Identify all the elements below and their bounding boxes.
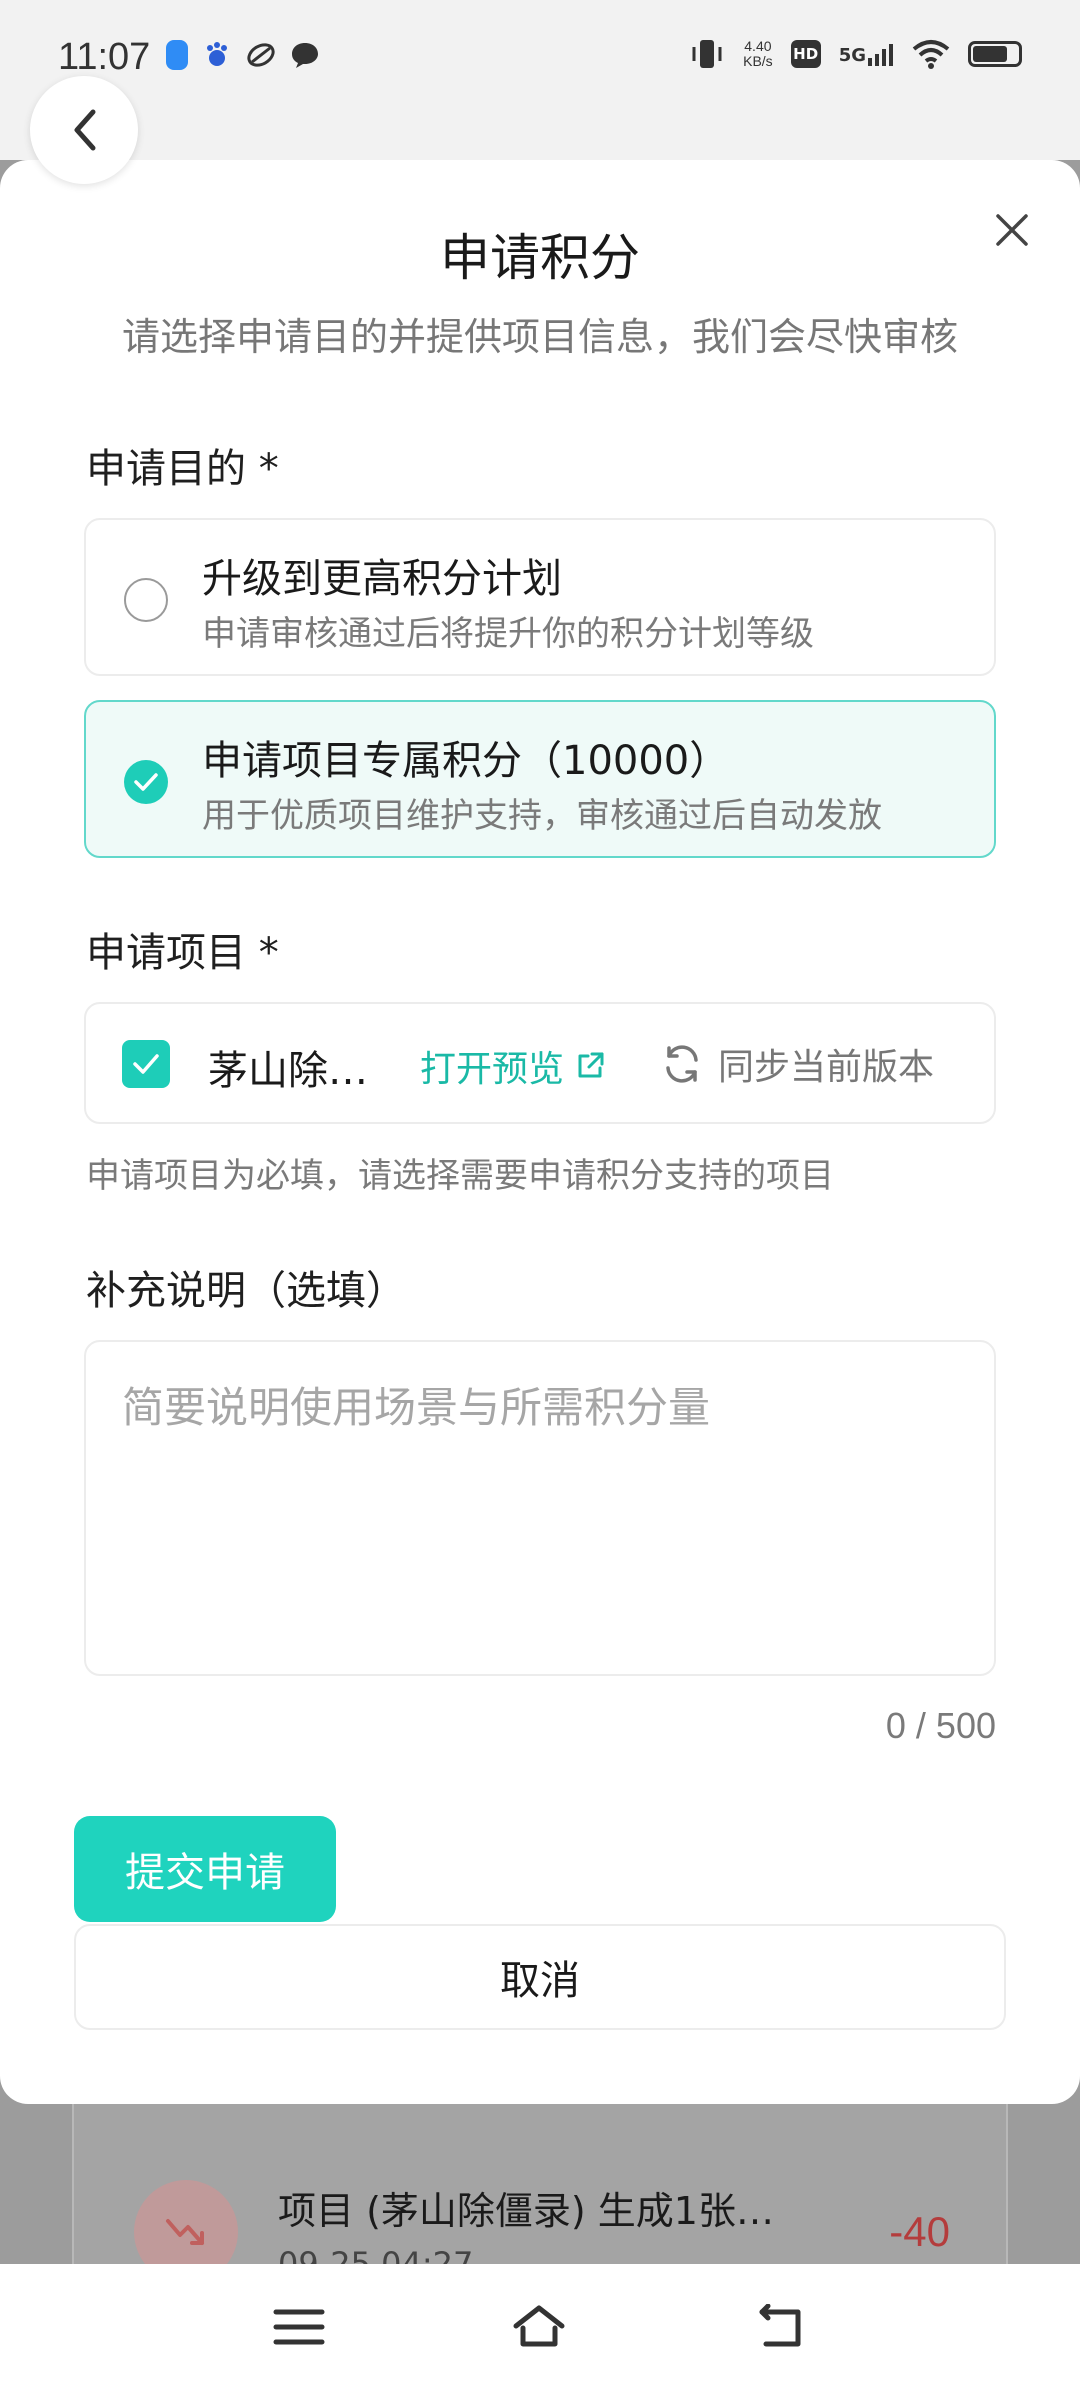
back-button[interactable] bbox=[30, 76, 138, 184]
purpose-label: 申请目的 * bbox=[86, 446, 279, 492]
home-icon[interactable] bbox=[512, 2304, 566, 2350]
external-link-icon bbox=[578, 1052, 604, 1078]
link-icon bbox=[246, 40, 276, 70]
check-icon bbox=[134, 773, 158, 791]
back-nav-icon[interactable] bbox=[752, 2304, 806, 2350]
battery-icon bbox=[968, 41, 1022, 67]
app-notification-icon bbox=[166, 40, 188, 70]
project-selector: 茅山除… 打开预览 同步当前版本 bbox=[84, 1002, 996, 1124]
option-upgrade-plan[interactable]: 升级到更高积分计划 申请审核通过后将提升你的积分计划等级 bbox=[84, 518, 996, 676]
notes-label: 补充说明（选填） bbox=[86, 1268, 406, 1314]
project-name: 茅山除… bbox=[208, 1048, 368, 1094]
menu-icon[interactable] bbox=[272, 2304, 326, 2350]
notes-counter: 0 / 500 bbox=[885, 1705, 996, 1746]
chevron-left-icon bbox=[74, 109, 96, 151]
option-title: 申请项目专属积分（10000） bbox=[202, 738, 730, 784]
message-icon bbox=[290, 40, 320, 70]
signal-icon: 5G bbox=[839, 42, 894, 66]
sync-version-button[interactable]: 同步当前版本 bbox=[660, 1038, 934, 1090]
modal-title: 申请积分 bbox=[440, 229, 640, 287]
hd-icon: HD bbox=[790, 40, 821, 68]
background-item-amount: -40 bbox=[889, 2208, 950, 2255]
option-desc: 申请审核通过后将提升你的积分计划等级 bbox=[202, 614, 814, 654]
network-speed: 4.40 KB/s bbox=[743, 38, 773, 69]
option-project-points[interactable]: 申请项目专属积分（10000） 用于优质项目维护支持，审核通过后自动发放 bbox=[84, 700, 996, 858]
wifi-icon bbox=[912, 40, 950, 69]
option-desc: 用于优质项目维护支持，审核通过后自动发放 bbox=[202, 796, 882, 836]
apply-points-modal: 申请积分 请选择申请目的并提供项目信息，我们会尽快审核 申请目的 * 升级到更高… bbox=[0, 160, 1080, 2104]
radio-button[interactable] bbox=[124, 578, 168, 622]
cancel-button[interactable]: 取消 bbox=[74, 1924, 1006, 2030]
baidu-icon bbox=[202, 40, 232, 70]
system-icons: 4.40 KB/s HD 5G bbox=[689, 38, 1022, 70]
system-nav-bar bbox=[0, 2264, 1080, 2388]
check-icon bbox=[133, 1054, 159, 1074]
status-time: 11:07 bbox=[58, 36, 151, 78]
project-checkbox[interactable] bbox=[122, 1040, 170, 1088]
submit-button[interactable]: 提交申请 bbox=[74, 1816, 336, 1922]
project-hint: 申请项目为必填，请选择需要申请积分支持的项目 bbox=[86, 1156, 834, 1196]
status-bar: 11:07 4.40 KB/s HD 5G bbox=[0, 0, 1080, 160]
vibrate-icon bbox=[692, 40, 722, 68]
project-label: 申请项目 * bbox=[86, 930, 279, 976]
notes-placeholder: 简要说明使用场景与所需积分量 bbox=[122, 1383, 711, 1432]
option-title: 升级到更高积分计划 bbox=[202, 556, 562, 602]
notification-icons bbox=[166, 40, 320, 70]
refresh-icon bbox=[666, 1045, 698, 1083]
radio-button-checked[interactable] bbox=[124, 760, 168, 804]
modal-subtitle: 请选择申请目的并提供项目信息，我们会尽快审核 bbox=[121, 315, 958, 359]
background-item-title: 项目 (茅山除僵录) 生成1张… bbox=[278, 2189, 774, 2233]
notes-textarea[interactable]: 简要说明使用场景与所需积分量 bbox=[84, 1340, 996, 1676]
open-preview-link[interactable]: 打开预览 bbox=[420, 1040, 606, 1092]
